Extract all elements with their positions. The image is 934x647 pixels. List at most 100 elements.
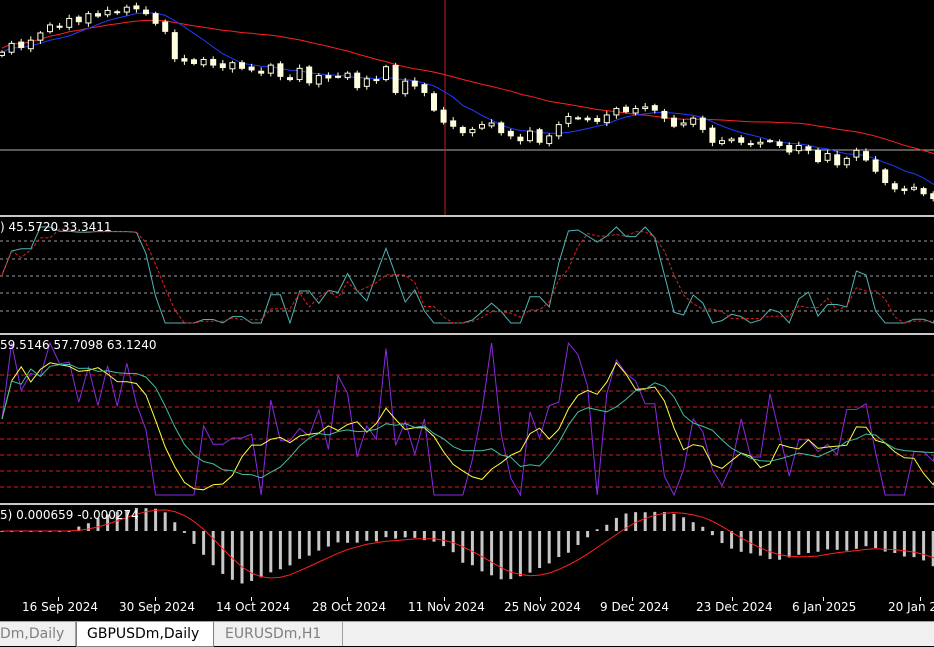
osma-histogram-bar xyxy=(403,531,407,538)
candle-bearish xyxy=(671,117,677,127)
candle-bullish xyxy=(565,116,572,124)
osma-histogram-bar xyxy=(566,531,570,553)
axis-date-label: 16 Sep 2024 xyxy=(22,600,99,614)
candle-bearish xyxy=(306,66,313,84)
candle-bullish xyxy=(728,138,735,142)
candle-bearish xyxy=(901,188,908,192)
osma-histogram-bar xyxy=(605,524,609,531)
candle-bullish xyxy=(296,67,303,81)
osma-histogram-bar xyxy=(346,531,350,543)
candle-bullish xyxy=(402,80,409,95)
osma-histogram-bar xyxy=(528,531,532,573)
stochastic-canvas xyxy=(0,226,934,325)
osma-histogram-bar xyxy=(86,523,90,531)
osma-histogram-bar xyxy=(806,531,810,553)
osma-histogram-bar xyxy=(163,512,167,531)
axis-date-label: 25 Nov 2024 xyxy=(504,600,581,614)
candle-bearish xyxy=(920,188,927,195)
rsi-pane[interactable]: 59.5146 57.7098 63.1240 xyxy=(0,335,934,503)
osma-histogram-bar xyxy=(202,531,206,555)
osma-histogram-bar xyxy=(816,531,820,552)
candle-bullish xyxy=(469,128,476,134)
tab-chart-eurusd-h1[interactable]: EURUSDm,H1 xyxy=(215,622,343,646)
osma-pane[interactable]: 5) 0.000659 -0.000274 xyxy=(0,505,934,597)
candle-bullish xyxy=(555,124,562,137)
candle-bullish xyxy=(719,140,725,145)
candle-bullish xyxy=(200,58,207,66)
candle-bullish xyxy=(37,32,44,41)
candle-bullish xyxy=(85,13,92,24)
candle-bullish xyxy=(642,106,649,110)
osma-histogram-bar xyxy=(835,531,839,550)
tab-label: Dm,Daily xyxy=(0,626,65,642)
tab-chart-gbpusd-daily[interactable]: GBPUSDm,Daily xyxy=(76,622,214,647)
candle-bearish xyxy=(498,122,505,134)
candle-bearish xyxy=(258,70,265,74)
moving-average-slow-line xyxy=(1,19,934,155)
candle-bearish xyxy=(584,117,591,121)
candle-bearish xyxy=(872,159,879,172)
osma-histogram-bar xyxy=(922,531,926,561)
price-chart-pane[interactable] xyxy=(0,0,934,215)
candle-bearish xyxy=(191,59,197,64)
candle-bearish xyxy=(882,169,889,183)
candle-bearish xyxy=(786,145,793,153)
stochastic-pane[interactable]: ) 45.5720 33.3411 xyxy=(0,217,934,333)
osma-histogram-bar xyxy=(864,531,868,547)
osma-histogram-bar xyxy=(336,531,340,543)
candle-bullish xyxy=(344,72,351,79)
price-chart-canvas[interactable] xyxy=(0,0,934,215)
rsi-fast-line xyxy=(1,341,934,497)
candle-bullish xyxy=(267,64,274,74)
osma-histogram-bar xyxy=(192,531,196,544)
candle-bearish xyxy=(181,58,188,62)
candle-bullish xyxy=(27,39,34,50)
osma-histogram-bar xyxy=(874,531,878,548)
candle-bearish xyxy=(834,154,841,166)
axis-date-label: 11 Nov 2024 xyxy=(408,600,485,614)
candle-bearish xyxy=(575,117,581,120)
osma-histogram-bar xyxy=(538,531,542,569)
axis-date-label: 30 Sep 2024 xyxy=(119,600,196,614)
osma-histogram-bar xyxy=(643,512,647,531)
rsi-slow-line xyxy=(1,363,934,479)
candle-bullish xyxy=(690,117,697,125)
tab-label: EURUSDm,H1 xyxy=(225,626,322,642)
osma-histogram-bar xyxy=(365,531,369,541)
osma-histogram-bar xyxy=(720,531,724,544)
candle-bullish xyxy=(795,145,802,152)
candle-bearish xyxy=(239,62,245,69)
osma-histogram-bar xyxy=(173,522,177,531)
candle-bullish xyxy=(546,135,553,145)
osma-histogram-bar xyxy=(730,531,734,549)
candle-bullish xyxy=(911,186,917,190)
osma-histogram-bar xyxy=(288,531,292,566)
candle-bullish xyxy=(613,108,620,116)
candle-bearish xyxy=(56,25,63,28)
osma-histogram-bar xyxy=(413,531,417,538)
osma-histogram-bar xyxy=(826,531,830,550)
osma-histogram-bar xyxy=(778,531,782,560)
osma-histogram-bar xyxy=(586,531,590,538)
candle-bearish xyxy=(392,64,399,93)
tab-chart-previous[interactable]: Dm,Daily xyxy=(0,622,76,646)
osma-histogram-bar xyxy=(298,531,302,559)
osma-histogram-bar xyxy=(432,531,436,542)
osma-histogram-bar xyxy=(739,531,743,552)
candle-bearish xyxy=(776,141,783,147)
candle-bullish xyxy=(363,78,370,87)
osma-histogram-bar xyxy=(682,517,686,531)
candle-bullish xyxy=(8,42,15,53)
osma-histogram-bar xyxy=(490,531,494,576)
osma-histogram-bar xyxy=(278,531,282,570)
candle-bullish xyxy=(488,122,495,127)
osma-histogram-bar xyxy=(701,526,705,531)
osma-histogram-bar xyxy=(691,522,695,531)
osma-histogram-bar xyxy=(211,531,215,566)
osma-histogram-bar xyxy=(259,531,263,578)
osma-histogram-bar xyxy=(480,531,484,572)
osma-histogram-bar xyxy=(547,531,551,564)
rsi-values-label: 59.5146 57.7098 63.1240 xyxy=(0,338,157,352)
axis-date-label: 14 Oct 2024 xyxy=(216,600,291,614)
candle-bearish xyxy=(210,58,217,66)
